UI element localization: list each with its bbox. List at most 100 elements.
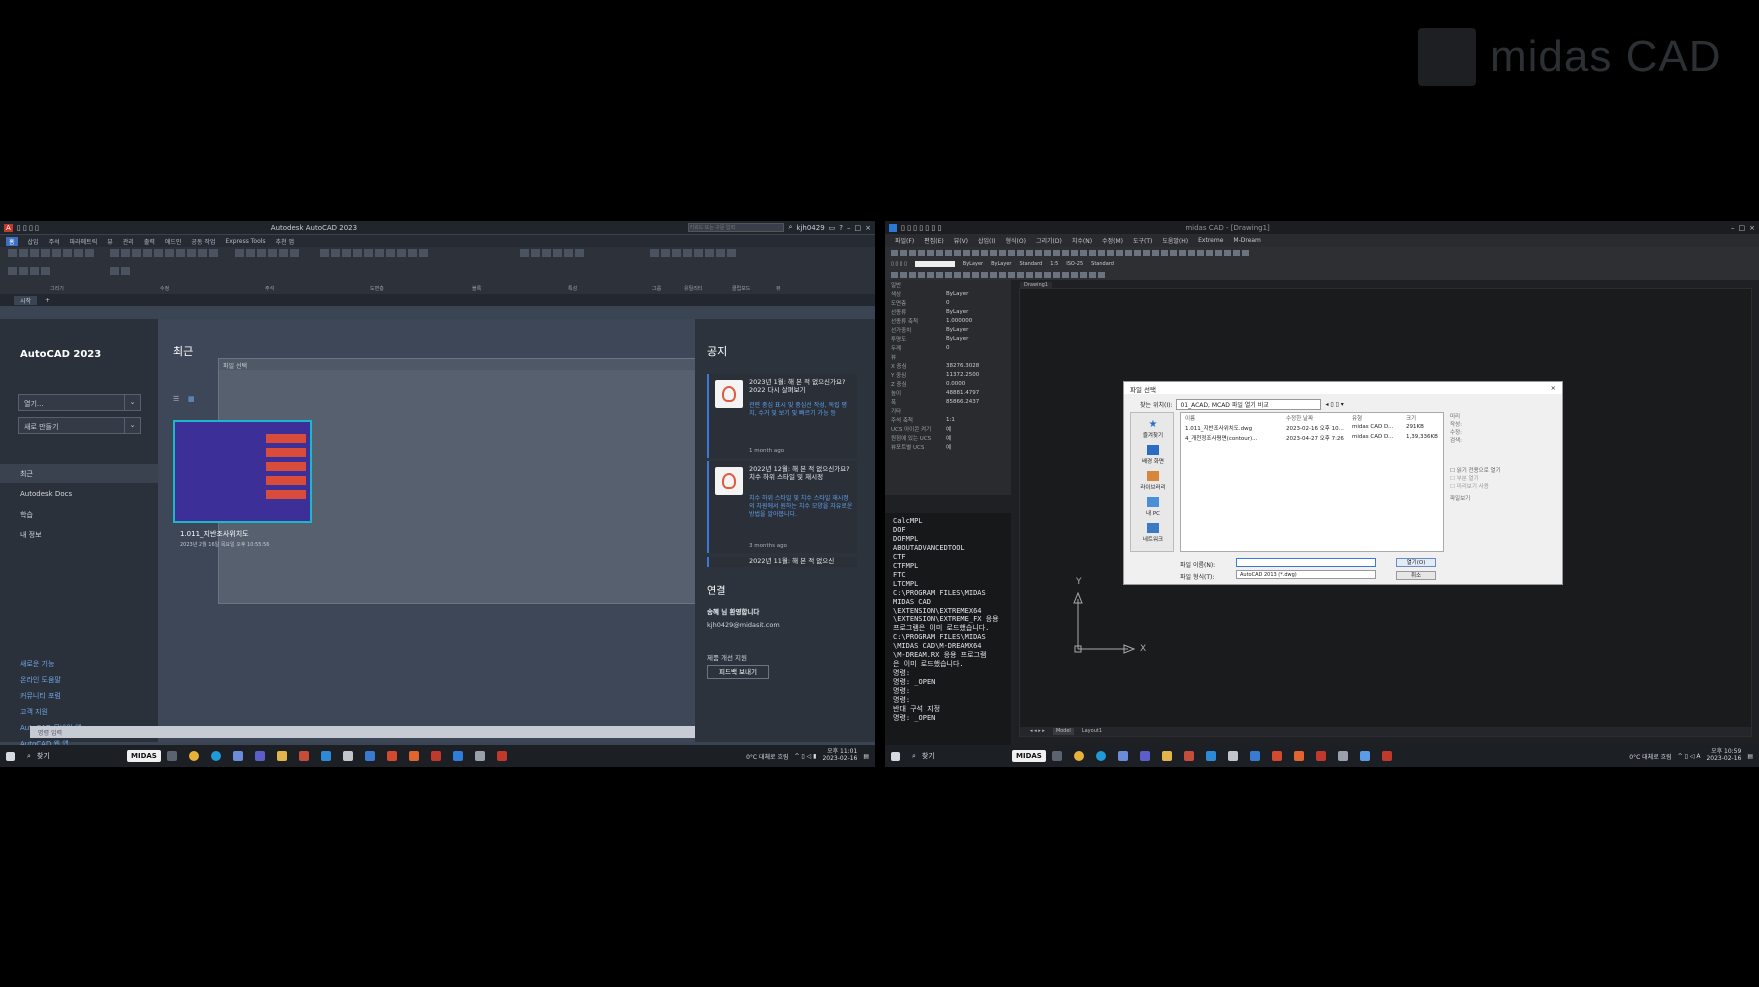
prop-row[interactable]: 색상 ByLayer — [885, 289, 1011, 298]
nav-recent[interactable]: 최근 — [20, 469, 33, 479]
app-icon[interactable] — [1337, 751, 1348, 761]
prop-row[interactable]: UCS 아이콘 켜기 예 — [885, 424, 1011, 433]
search-input[interactable] — [688, 223, 785, 232]
draw-tools[interactable] — [8, 249, 98, 283]
teams-icon[interactable] — [254, 751, 265, 761]
app-icon[interactable] — [1117, 751, 1128, 761]
teams-icon[interactable] — [1139, 751, 1150, 761]
prop-row[interactable]: X 중심 38276.3028 — [885, 361, 1011, 370]
command-history[interactable]: CalcMPL DOF DOFMPL ABOUTADVANCEDTOOL CTF… — [885, 513, 1011, 745]
chrome-icon[interactable] — [188, 751, 199, 761]
notification-icon[interactable]: ▤ — [1747, 753, 1753, 760]
place-desktop[interactable]: 배경 화면 — [1131, 445, 1175, 465]
prop-row[interactable]: 높이 48881.4797 — [885, 388, 1011, 397]
maximize-icon[interactable]: □ — [855, 224, 862, 232]
app-icon[interactable] — [1183, 751, 1194, 761]
app-icon[interactable] — [298, 751, 309, 761]
midas-taskbar-icon[interactable]: MIDAS — [1012, 750, 1046, 762]
tab-annotate[interactable]: 주석 — [49, 237, 60, 246]
recent-file-thumbnail[interactable] — [173, 420, 312, 523]
folder-icon[interactable] — [1161, 751, 1172, 761]
close-icon[interactable]: × — [1749, 224, 1755, 232]
group-utilities[interactable]: 유틸리티 — [684, 285, 702, 292]
menu-insert[interactable]: 삽입(I) — [978, 236, 996, 245]
chevron-down-icon[interactable]: ⌄ — [124, 395, 140, 410]
tab-layout1[interactable]: Layout1 — [1082, 728, 1102, 735]
app-icon[interactable] — [232, 751, 243, 761]
prop-row[interactable]: Z 중심 0.0000 — [885, 379, 1011, 388]
weather[interactable]: 0°C 대체로 흐림 — [1629, 752, 1671, 761]
layer-combo[interactable]: ▯ ▯ ▯ ▯ — [891, 261, 907, 267]
mail-icon[interactable] — [342, 751, 353, 761]
link-online-help[interactable]: 온라인 도움말 — [20, 675, 61, 685]
menu-draw[interactable]: 그리기(D) — [1036, 236, 1062, 245]
tab-express-tools[interactable]: Express Tools — [225, 238, 265, 245]
cancel-button[interactable]: 취소 — [1396, 571, 1436, 580]
group-block[interactable]: 블록 — [472, 285, 481, 292]
doc-tab-drawing1[interactable]: Drawing1 — [1020, 282, 1052, 288]
textstyle-combo[interactable]: Standard — [1019, 261, 1042, 267]
col-size[interactable]: 크기 — [1406, 414, 1416, 422]
tab-featured-apps[interactable]: 추천 앱 — [276, 237, 294, 246]
clock[interactable]: 오후 10:59 2023-02-16 — [1706, 749, 1741, 762]
menu-modify[interactable]: 수정(M) — [1102, 236, 1123, 245]
app-icon[interactable] — [1249, 751, 1260, 761]
link-customer-support[interactable]: 고객 지원 — [20, 707, 48, 717]
modify-tools[interactable] — [110, 249, 220, 283]
search-icon[interactable]: ⌕ — [788, 223, 792, 232]
look-in-select[interactable]: 01_ACAD, MCAD 파일 열기 비교 — [1176, 399, 1322, 410]
group-groups[interactable]: 그룹 — [652, 285, 661, 292]
prop-row[interactable]: 투명도 ByLayer — [885, 334, 1011, 343]
help-icon[interactable]: ? — [839, 224, 843, 232]
group-clipboard[interactable]: 클립보드 — [732, 285, 750, 292]
minimize-icon[interactable]: – — [847, 224, 851, 232]
toolbar-row-3[interactable] — [885, 269, 1759, 280]
app-icon[interactable] — [364, 751, 375, 761]
dimstyle-combo[interactable]: ISO-25 — [1066, 261, 1083, 267]
maximize-icon[interactable]: □ — [1739, 224, 1746, 232]
command-line[interactable]: 명령 입력 — [30, 726, 695, 738]
app-icon[interactable] — [474, 751, 485, 761]
place-network[interactable]: 네트워크 — [1131, 523, 1175, 543]
app-icon[interactable] — [1205, 751, 1216, 761]
system-tray[interactable]: 0°C 대체로 흐림 ^ ▯ ◁ ▮ 오후 11:01 2023-02-16 ▤ — [746, 749, 875, 762]
windows-start-icon[interactable] — [891, 751, 900, 761]
tab-insert[interactable]: 삽입 — [28, 237, 39, 246]
layer-tools[interactable] — [320, 249, 440, 283]
tablestyle-combo[interactable]: Standard — [1091, 261, 1114, 267]
user-name[interactable]: kjh0429 — [796, 224, 824, 232]
notice-card[interactable]: 2022년 12월: 해 본 적 없으신가요? 치수 하위 스타일 및 재시정 … — [707, 461, 857, 553]
close-icon[interactable]: × — [865, 224, 871, 232]
task-view-icon[interactable] — [166, 751, 177, 761]
tab-collaborate[interactable]: 공동 작업 — [191, 237, 215, 246]
col-type[interactable]: 유형 — [1352, 414, 1400, 422]
readonly-option[interactable]: ☐ 읽기 전용으로 열기 — [1450, 466, 1560, 474]
place-favorites[interactable]: ★ 즐겨찾기 — [1131, 419, 1175, 439]
prop-row[interactable]: 뷰포트별 UCS 예 — [885, 442, 1011, 451]
tray-icons[interactable]: ^ ▯ ◁ ▮ — [794, 753, 816, 760]
minimize-icon[interactable]: – — [1731, 224, 1735, 232]
chevron-down-icon[interactable]: ⌄ — [124, 418, 140, 433]
group-layers[interactable]: 도면층 — [370, 285, 384, 292]
preview-option[interactable]: ☐ 미리보기 사용 — [1450, 482, 1560, 490]
folder-icon[interactable] — [276, 751, 287, 761]
app-icon[interactable] — [452, 751, 463, 761]
prop-row[interactable]: 선가중치 ByLayer — [885, 325, 1011, 334]
tab-model[interactable]: Model — [1052, 728, 1074, 735]
scale-combo[interactable]: 1:5 — [1050, 261, 1058, 267]
prop-row[interactable]: 도면층 0 — [885, 298, 1011, 307]
prop-row[interactable]: 주석 축척 1:1 — [885, 415, 1011, 424]
prop-row[interactable]: 선종류 축척 1.000000 — [885, 316, 1011, 325]
menu-view[interactable]: 뷰(V) — [954, 236, 968, 245]
nav-my-info[interactable]: 내 정보 — [20, 530, 42, 540]
tray-icons[interactable]: ^ ▯ ◁ A — [1678, 753, 1701, 760]
utility-tools[interactable] — [650, 249, 800, 283]
list-view-icon[interactable]: ☰ — [173, 395, 179, 403]
menu-tools[interactable]: 도구(T) — [1133, 236, 1152, 245]
file-row[interactable]: 1.011_지반조사위치도.dwg 2023-02-16 오후 10... mi… — [1181, 423, 1443, 433]
annotation-tools[interactable] — [235, 249, 315, 283]
property-tools[interactable] — [520, 249, 640, 283]
prop-row[interactable]: Y 중심 11372.2500 — [885, 370, 1011, 379]
col-name[interactable]: 이름 — [1185, 414, 1280, 422]
group-view[interactable]: 뷰 — [776, 285, 781, 292]
